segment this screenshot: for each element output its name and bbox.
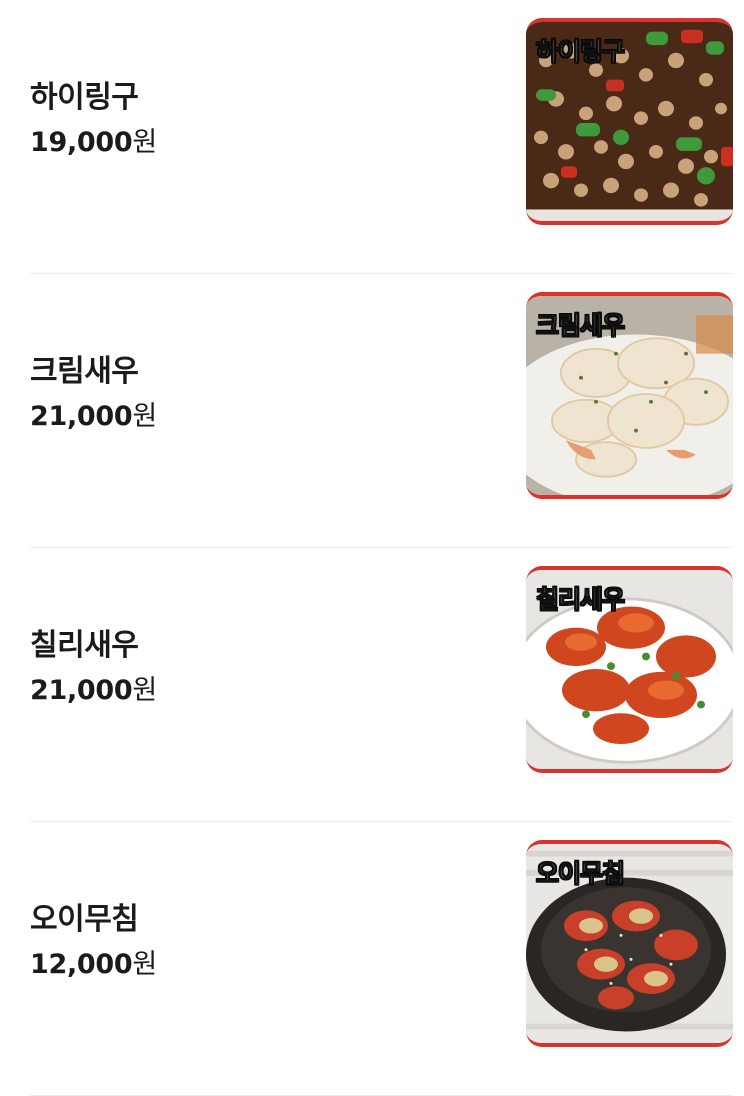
menu-item-text: 하이링구 19,000원 xyxy=(30,78,157,160)
menu-list: 하이링구 19,000원 하이링구 크림새우 21,000원 크림새우 칠리새우… xyxy=(0,0,744,1096)
menu-item-price: 19,000원 xyxy=(30,126,157,160)
menu-item-photo[interactable]: 크림새우 xyxy=(526,292,733,499)
price-value: 19,000 xyxy=(30,127,133,158)
menu-item-price: 12,000원 xyxy=(30,948,157,982)
menu-item-name: 칠리새우 xyxy=(30,628,139,663)
menu-item-name: 오이무침 xyxy=(30,902,139,937)
menu-item-photo[interactable]: 하이링구 xyxy=(526,18,733,225)
photo-label: 크림새우 xyxy=(535,311,625,341)
price-currency: 원 xyxy=(132,949,157,980)
price-currency: 원 xyxy=(132,127,157,158)
price-currency: 원 xyxy=(132,675,157,706)
menu-item-price: 21,000원 xyxy=(30,400,157,434)
menu-item-price: 21,000원 xyxy=(30,674,157,708)
price-value: 12,000 xyxy=(30,949,133,980)
menu-item-cucumber-salad[interactable]: 오이무침 12,000원 오이무침 xyxy=(0,822,744,1096)
menu-item-name: 크림새우 xyxy=(30,354,139,389)
photo-label: 오이무침 xyxy=(535,859,625,889)
menu-item-chili-shrimp[interactable]: 칠리새우 21,000원 칠리새우 xyxy=(0,548,744,822)
price-value: 21,000 xyxy=(30,675,133,706)
menu-item-text: 크림새우 21,000원 xyxy=(30,352,157,434)
menu-item-text: 칠리새우 21,000원 xyxy=(30,626,157,708)
menu-item-photo[interactable]: 오이무침 xyxy=(526,840,733,1047)
menu-item-hairinggu[interactable]: 하이링구 19,000원 하이링구 xyxy=(0,0,744,274)
photo-label: 하이링구 xyxy=(535,37,625,67)
menu-item-text: 오이무침 12,000원 xyxy=(30,900,157,982)
menu-item-cream-shrimp[interactable]: 크림새우 21,000원 크림새우 xyxy=(0,274,744,548)
menu-item-name: 하이링구 xyxy=(30,80,139,115)
price-value: 21,000 xyxy=(30,401,133,432)
menu-item-photo[interactable]: 칠리새우 xyxy=(526,566,733,773)
price-currency: 원 xyxy=(132,401,157,432)
photo-label: 칠리새우 xyxy=(535,585,625,615)
